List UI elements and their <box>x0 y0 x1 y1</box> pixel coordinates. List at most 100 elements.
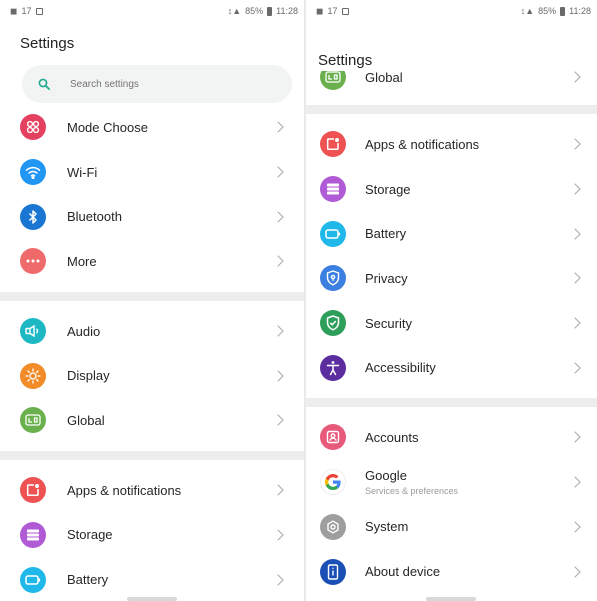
battery-status-icon <box>267 6 273 16</box>
setting-label: Global <box>67 412 105 428</box>
setting-item-display[interactable]: Display <box>0 353 304 398</box>
battery-icon <box>320 220 346 247</box>
setting-item-about-device[interactable]: About device <box>306 549 597 594</box>
setting-label: Accessibility <box>365 360 436 376</box>
security-icon <box>320 310 346 337</box>
settings-list: Global Apps & notifications Storage Battery… <box>306 57 597 594</box>
volume-icon: ◼ <box>10 5 18 16</box>
setting-text: Mode Choose <box>67 120 148 135</box>
battery-status-icon <box>560 6 566 16</box>
setting-item-wi-fi[interactable]: Wi-Fi <box>0 150 304 195</box>
setting-label: Accounts <box>365 429 419 445</box>
setting-item-battery[interactable]: Battery <box>306 211 597 256</box>
setting-label: System <box>365 519 409 535</box>
chevron-right-icon <box>573 227 581 241</box>
status-bar: ◼ 17 ↕▲ 85% 11:28 <box>0 0 304 22</box>
volume-icon: ◼ <box>316 5 324 16</box>
settings-group: Accounts Google Services & preferences Syst… <box>306 415 597 594</box>
battery-percent: 85% <box>245 6 264 16</box>
setting-item-global[interactable]: Global <box>0 398 304 443</box>
setting-text: Storage <box>67 527 113 542</box>
setting-label: Mode Choose <box>67 119 148 135</box>
setting-item-more[interactable]: More <box>0 239 304 284</box>
setting-text: Accounts <box>365 430 418 445</box>
settings-groups: Apps & notifications Storage Battery Privac… <box>306 122 597 594</box>
chevron-right-icon <box>276 254 284 268</box>
display-icon <box>20 362 46 389</box>
clock: 11:28 <box>276 6 298 16</box>
chevron-right-icon <box>573 137 581 151</box>
setting-text: Security <box>365 316 412 331</box>
chevron-right-icon <box>276 483 284 497</box>
setting-text: Bluetooth <box>67 209 122 224</box>
page-title: Settings <box>318 51 373 71</box>
status-bar: ◼ 17 ↕▲ 85% 11:28 <box>306 0 597 22</box>
more-icon <box>20 248 46 275</box>
about-device-icon <box>320 558 346 585</box>
setting-label: Google <box>365 468 407 484</box>
search-bar[interactable] <box>22 65 292 103</box>
settings-group: Apps & notifications Storage Battery Privac… <box>306 122 597 390</box>
setting-label: Security <box>365 315 412 331</box>
chevron-right-icon <box>276 165 284 179</box>
battery-icon <box>20 566 46 593</box>
setting-text: Google Services & preferences <box>365 468 458 496</box>
chevron-right-icon <box>573 182 581 196</box>
accessibility-icon <box>320 354 346 381</box>
section-divider <box>306 398 597 408</box>
setting-text: Privacy <box>365 271 408 286</box>
storage-icon <box>20 521 46 548</box>
setting-item-battery[interactable]: Battery <box>0 557 304 601</box>
setting-text: Storage <box>365 182 411 197</box>
setting-item-system[interactable]: System <box>306 505 597 550</box>
setting-item-accessibility[interactable]: Accessibility <box>306 345 597 390</box>
chevron-right-icon <box>276 413 284 427</box>
battery-percent: 85% <box>538 6 557 16</box>
google-icon <box>320 469 346 496</box>
settings-group: Apps & notifications Storage Battery <box>0 468 304 601</box>
chevron-right-icon <box>276 210 284 224</box>
settings-list: Mode Choose Wi-Fi Bluetooth More Audio Displa… <box>0 105 304 601</box>
setting-label: Audio <box>67 323 101 339</box>
setting-item-storage[interactable]: Storage <box>306 167 597 212</box>
setting-item-google[interactable]: Google Services & preferences <box>306 460 597 505</box>
global-icon <box>20 407 46 434</box>
chevron-right-icon <box>276 120 284 134</box>
setting-text: Audio <box>67 324 100 339</box>
setting-label: Storage <box>67 527 113 543</box>
settings-group: Audio Display Global <box>0 309 304 443</box>
settings-screen-right: ◼ 17 ↕▲ 85% 11:28 Settings Global Apps & … <box>306 0 597 601</box>
signal-icon: ↕▲ <box>520 6 535 16</box>
setting-label: More <box>67 253 97 269</box>
search-input[interactable] <box>68 77 252 91</box>
setting-text: Accessibility <box>365 360 436 375</box>
setting-item-bluetooth[interactable]: Bluetooth <box>0 194 304 239</box>
setting-text: Global <box>67 413 105 428</box>
setting-label: Battery <box>67 572 109 588</box>
privacy-icon <box>320 265 346 292</box>
audio-icon <box>20 318 46 345</box>
chevron-right-icon <box>573 316 581 330</box>
screens: ◼ 17 ↕▲ 85% 11:28 Settings Mode Choose Wi… <box>0 0 597 601</box>
setting-label: Apps & notifications <box>67 482 182 498</box>
setting-text: Global <box>365 70 403 85</box>
setting-label: Bluetooth <box>67 209 122 225</box>
storage-icon <box>320 176 346 203</box>
chevron-right-icon <box>573 361 581 375</box>
chevron-right-icon <box>276 573 284 587</box>
accounts-icon <box>320 424 346 451</box>
clock: 11:28 <box>569 6 591 16</box>
search-icon[interactable] <box>34 78 54 90</box>
setting-item-apps-and-notifications[interactable]: Apps & notifications <box>0 468 304 513</box>
setting-item-privacy[interactable]: Privacy <box>306 256 597 301</box>
setting-item-storage[interactable]: Storage <box>0 513 304 558</box>
setting-item-mode-choose[interactable]: Mode Choose <box>0 105 304 150</box>
mode-choose-icon <box>20 114 46 141</box>
setting-item-accounts[interactable]: Accounts <box>306 415 597 460</box>
chevron-right-icon <box>573 70 581 84</box>
setting-item-apps-and-notifications[interactable]: Apps & notifications <box>306 122 597 167</box>
setting-item-security[interactable]: Security <box>306 301 597 346</box>
setting-text: Apps & notifications <box>67 483 181 498</box>
setting-item-audio[interactable]: Audio <box>0 309 304 354</box>
section-divider <box>0 291 304 301</box>
